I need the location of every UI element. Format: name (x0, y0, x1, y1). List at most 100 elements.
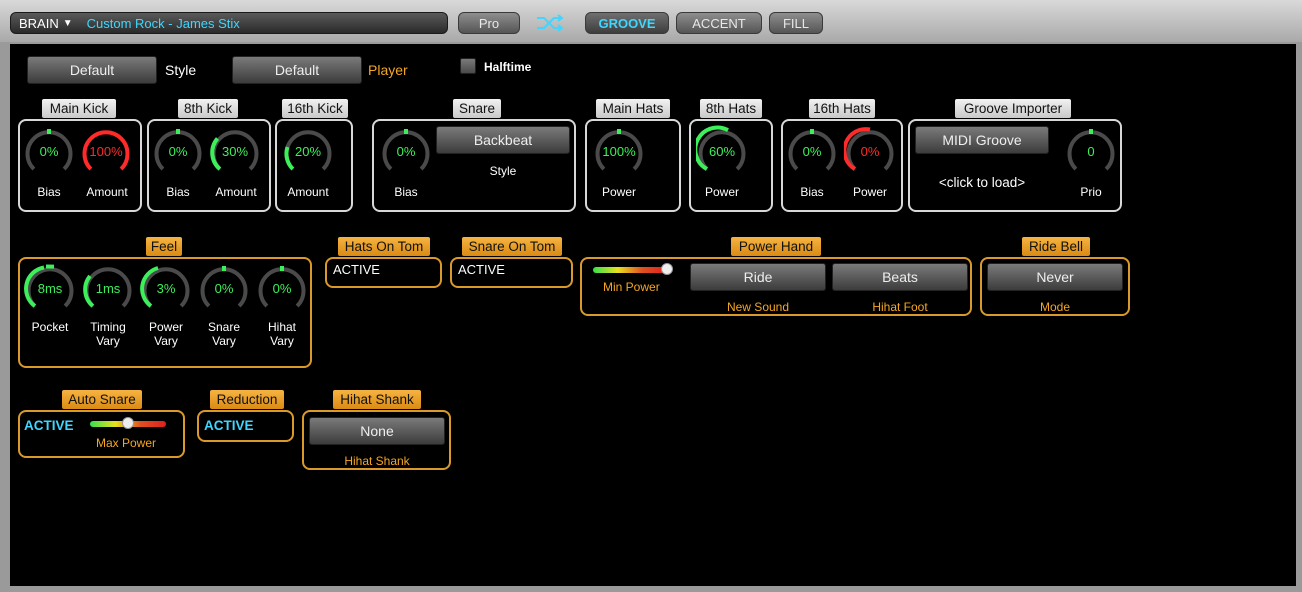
new-sound-label: New Sound (726, 300, 790, 314)
hihat-shank-button[interactable]: None (309, 417, 445, 445)
min-power-label: Min Power (603, 280, 660, 294)
feel-knob-label: Timing Vary (78, 320, 138, 348)
chevron-down-icon: ▼ (62, 17, 73, 29)
feel-knob-label-line1: Timing (90, 320, 126, 334)
snare-bias-value: 0% (397, 144, 416, 159)
main-kick-bias-value: 0% (40, 144, 59, 159)
feel-knob[interactable]: 1ms (82, 262, 134, 314)
eighth-hats-power-value: 60% (709, 144, 735, 159)
sixteenth-kick-amount-label: Amount (287, 185, 329, 199)
sixteenth-hats-power-knob[interactable]: 0% (844, 125, 896, 177)
auto-snare-status[interactable]: ACTIVE (24, 418, 74, 433)
eighth-kick-bias-value: 0% (169, 144, 188, 159)
feel-knob-label-line1: Snare (207, 320, 241, 334)
feel-title: Feel (146, 237, 182, 256)
player-label: Player (368, 62, 408, 78)
main-kick-amount-knob[interactable]: 100% (80, 125, 132, 177)
snare-style-label: Style (489, 164, 517, 178)
sixteenth-kick-amount-knob[interactable]: 20% (282, 125, 334, 177)
player-default-button[interactable]: Default (232, 56, 362, 84)
main-hats-power-knob[interactable]: 100% (593, 125, 645, 177)
ride-bell-mode-button[interactable]: Never (987, 263, 1123, 291)
feel-knob-label: Pocket (20, 320, 80, 334)
feel-knob-label-line2: Vary (154, 334, 178, 348)
hihat-foot-label: Hihat Foot (872, 300, 928, 314)
feel-knob-label: Snare Vary (194, 320, 254, 348)
feel-knob-value: 0% (215, 281, 234, 296)
feel-knob-label-line2: Vary (212, 334, 236, 348)
eighth-hats-title: 8th Hats (700, 99, 762, 118)
snare-bias-knob[interactable]: 0% (380, 125, 432, 177)
tab-accent[interactable]: ACCENT (676, 12, 762, 34)
feel-knob[interactable]: 3% (140, 262, 192, 314)
feel-knob[interactable]: 0% (198, 262, 250, 314)
feel-knob-label-line2: Vary (96, 334, 120, 348)
max-power-label: Max Power (96, 436, 157, 450)
eighth-kick-amount-value: 30% (222, 144, 248, 159)
groove-prio-knob[interactable]: 0 (1065, 125, 1117, 177)
eighth-kick-amount-knob[interactable]: 30% (209, 125, 261, 177)
max-power-slider[interactable] (90, 417, 166, 429)
main-hats-power-label: Power (601, 185, 636, 199)
sixteenth-kick-title: 16th Kick (282, 99, 348, 118)
ride-bell-mode-label: Mode (1039, 300, 1071, 314)
beats-button[interactable]: Beats (832, 263, 968, 291)
eighth-kick-bias-knob[interactable]: 0% (152, 125, 204, 177)
ride-button[interactable]: Ride (690, 263, 826, 291)
shuffle-icon[interactable] (535, 13, 565, 33)
pro-button[interactable]: Pro (458, 12, 520, 34)
sixteenth-hats-power-value: 0% (861, 144, 880, 159)
ride-bell-title: Ride Bell (1022, 237, 1090, 256)
feel-knob[interactable]: 8ms (24, 262, 76, 314)
snare-bias-label: Bias (394, 185, 418, 199)
preset-name: Custom Rock - James Stix (86, 15, 240, 31)
feel-knob[interactable]: 0% (256, 262, 308, 314)
main-hats-power-value: 100% (602, 144, 636, 159)
reduction-status[interactable]: ACTIVE (204, 418, 254, 433)
feel-knob-value: 3% (157, 281, 176, 296)
main-kick-bias-label: Bias (37, 185, 61, 199)
click-to-load-text[interactable]: <click to load> (915, 176, 1049, 190)
feel-knob-value: 0% (273, 281, 292, 296)
sixteenth-hats-title: 16th Hats (809, 99, 875, 118)
style-default-button[interactable]: Default (27, 56, 157, 84)
main-kick-amount-value: 100% (89, 144, 123, 159)
sixteenth-kick-amount-value: 20% (295, 144, 321, 159)
feel-knob-label-line1: Power (148, 320, 183, 334)
eighth-hats-power-knob[interactable]: 60% (696, 125, 748, 177)
hihat-shank-title: Hihat Shank (333, 390, 421, 409)
snare-title: Snare (453, 99, 501, 118)
snare-on-tom-title: Snare On Tom (462, 237, 562, 256)
sixteenth-hats-bias-knob[interactable]: 0% (786, 125, 838, 177)
sixteenth-hats-power-label: Power (852, 185, 887, 199)
eighth-kick-amount-label: Amount (215, 185, 257, 199)
tab-fill[interactable]: FILL (769, 12, 823, 34)
groove-panel: Default Style Default Player Halftime Ma… (10, 44, 1296, 586)
hats-on-tom-status: ACTIVE (333, 262, 380, 277)
groove-prio-value: 0 (1087, 144, 1094, 159)
top-bar: BRAIN ▼ Custom Rock - James Stix Pro GRO… (0, 0, 1302, 42)
feel-knob-value: 1ms (96, 281, 121, 296)
feel-knob-label: Hihat Vary (252, 320, 312, 348)
eighth-hats-power-label: Power (704, 185, 739, 199)
reduction-title: Reduction (210, 390, 284, 409)
feel-knob-label-line2: Vary (270, 334, 294, 348)
min-power-slider[interactable] (593, 263, 673, 275)
feel-knob-label: Power Vary (136, 320, 196, 348)
midi-groove-button[interactable]: MIDI Groove (915, 126, 1049, 154)
groove-importer-title: Groove Importer (955, 99, 1071, 118)
auto-snare-title: Auto Snare (62, 390, 142, 409)
sixteenth-hats-bias-value: 0% (803, 144, 822, 159)
brain-preset-selector[interactable]: BRAIN ▼ Custom Rock - James Stix (10, 12, 448, 34)
halftime-checkbox[interactable] (460, 58, 476, 74)
style-label: Style (165, 62, 197, 78)
feel-knob-label-line1: Hihat (267, 320, 296, 334)
sixteenth-hats-bias-label: Bias (800, 185, 824, 199)
main-kick-amount-label: Amount (86, 185, 128, 199)
feel-knob-value: 8ms (38, 281, 63, 296)
main-kick-bias-knob[interactable]: 0% (23, 125, 75, 177)
tab-groove[interactable]: GROOVE (585, 12, 669, 34)
snare-style-button[interactable]: Backbeat (436, 126, 570, 154)
eighth-kick-title: 8th Kick (178, 99, 238, 118)
snare-on-tom-status: ACTIVE (458, 262, 505, 277)
